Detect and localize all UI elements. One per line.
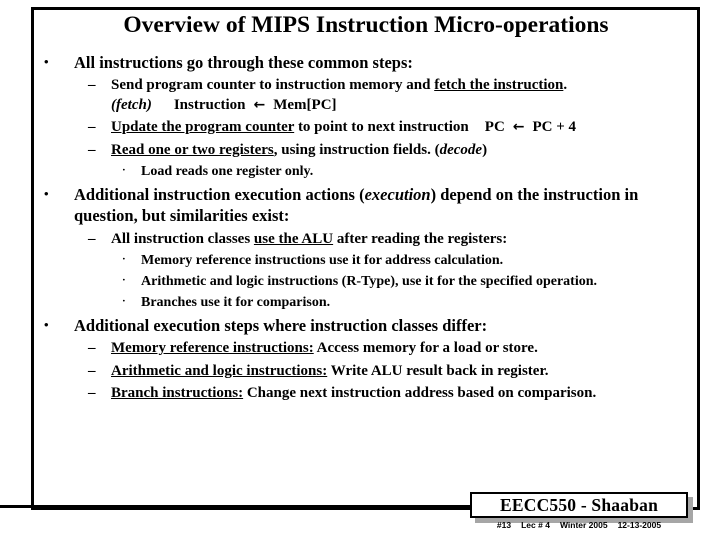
pc-rhs: PC + 4 (532, 119, 577, 136)
list-item: – Branch instructions: Change next instr… (36, 384, 698, 404)
read-registers-emphasis: Read one or two registers (111, 141, 274, 158)
list-item-text: All instruction classes use the ALU afte… (111, 230, 698, 250)
list-item-text: Update the program counter to point to n… (111, 118, 698, 138)
list-item-text: Arithmetic and logic instructions (R-Typ… (141, 274, 597, 290)
list-item: • Additional instruction execution actio… (36, 184, 698, 227)
level2-bullet-icon: – (88, 385, 96, 401)
level1-bullet-icon: • (44, 316, 49, 332)
footer-meta: #13 Lec # 4 Winter 2005 12-13-2005 (470, 520, 688, 530)
list-item: – Read one or two registers, using instr… (36, 141, 698, 161)
list-item-text: Branches use it for comparison. (141, 295, 331, 311)
branch-instructions-suffix: Change next instruction address based on… (243, 385, 597, 401)
pc-lhs: PC (484, 119, 505, 136)
level2-bullet-icon: – (88, 362, 96, 379)
left-arrow-icon: ← (512, 119, 525, 136)
list-item-text: Additional instruction execution actions… (74, 184, 698, 227)
list-item: • All instructions go through these comm… (36, 52, 698, 73)
fetch-lhs: Instruction (173, 96, 246, 113)
list-item: – Arithmetic and logic instructions: Wri… (36, 362, 698, 382)
list-item: – All instruction classes use the ALU af… (36, 230, 698, 250)
level1-bullet-icon: • (44, 185, 49, 201)
list-item-text: Memory reference instructions: Access me… (111, 339, 698, 359)
list-item-text: Arithmetic and logic instructions: Write… (111, 362, 698, 382)
lecture-number: Lec # 4 (521, 520, 550, 530)
list-item-text: Branch instructions: Change next instruc… (111, 384, 698, 404)
slide-number: #13 (496, 520, 512, 530)
fetch-line-prefix: Send program counter to instruction memo… (111, 77, 435, 94)
list-item: · Memory reference instructions use it f… (36, 252, 698, 270)
level2-bullet-icon: – (88, 230, 96, 247)
level2-bullet-icon: – (88, 119, 96, 136)
arithmetic-logic-instructions-emphasis: Arithmetic and logic instructions: (111, 362, 328, 379)
slide-canvas: Overview of MIPS Instruction Micro-opera… (0, 0, 720, 540)
branch-instructions-emphasis: Branch instructions: (111, 385, 244, 401)
level1-bullet-icon: • (44, 54, 49, 69)
update-pc-suffix: to point to next instruction (294, 119, 469, 136)
fetch-label: (fetch) (111, 96, 152, 113)
level2-bullet-icon: – (88, 77, 96, 94)
list-item: • Additional execution steps where instr… (36, 315, 698, 336)
date-label: 12-13-2005 (617, 520, 662, 530)
list-item-text: All instructions go through these common… (74, 53, 413, 72)
read-registers-suffix: ) (482, 141, 488, 158)
alu-suffix: after reading the registers: (333, 230, 508, 247)
level2-bullet-icon: – (88, 141, 96, 158)
list-item: – Memory reference instructions: Access … (36, 339, 698, 359)
execution-prefix: Additional instruction execution actions… (74, 184, 365, 204)
level2-bullet-icon: – (88, 340, 96, 356)
fetch-rhs: Mem[PC] (273, 96, 337, 113)
fetch-the-instruction-emphasis: fetch the instruction (434, 77, 564, 94)
read-registers-mid: , using instruction fields. ( (273, 141, 440, 158)
list-item: · Load reads one register only. (36, 163, 698, 181)
left-arrow-icon: ← (253, 96, 266, 113)
level3-bullet-icon: · (122, 164, 126, 177)
page-title: Overview of MIPS Instruction Micro-opera… (123, 12, 609, 38)
alu-prefix: All instruction classes (111, 230, 254, 247)
list-item-text: Send program counter to instruction memo… (111, 76, 698, 96)
list-item: – Send program counter to instruction me… (36, 76, 698, 96)
list-item-text: Memory reference instructions use it for… (141, 253, 504, 268)
list-item: · Arithmetic and logic instructions (R-T… (36, 273, 698, 291)
fetch-microoperation-line: (fetch) Instruction ← Mem[PC] (111, 96, 698, 116)
level3-bullet-icon: · (122, 274, 126, 287)
level3-bullet-icon: · (122, 295, 126, 308)
use-the-alu-emphasis: use the ALU (253, 230, 334, 247)
list-item-text: Load reads one register only. (141, 164, 314, 180)
fetch-line-suffix: . (563, 77, 568, 94)
arithmetic-logic-suffix: Write ALU result back in register. (327, 362, 549, 379)
bullet-list: • All instructions go through these comm… (36, 50, 698, 404)
list-item-text: Additional execution steps where instruc… (74, 315, 488, 335)
memory-reference-instructions-emphasis: Memory reference instructions: (111, 340, 314, 356)
list-item: – Update the program counter to point to… (36, 118, 698, 138)
memory-reference-suffix: Access memory for a load or store. (313, 340, 538, 356)
update-program-counter-emphasis: Update the program counter (111, 119, 295, 136)
level3-bullet-icon: · (122, 253, 126, 265)
decode-label: decode (439, 141, 483, 158)
list-item: · Branches use it for comparison. (36, 294, 698, 312)
execution-label: execution (364, 184, 431, 204)
term-label: Winter 2005 (559, 520, 608, 530)
list-item-text: Read one or two registers, using instruc… (111, 141, 698, 161)
